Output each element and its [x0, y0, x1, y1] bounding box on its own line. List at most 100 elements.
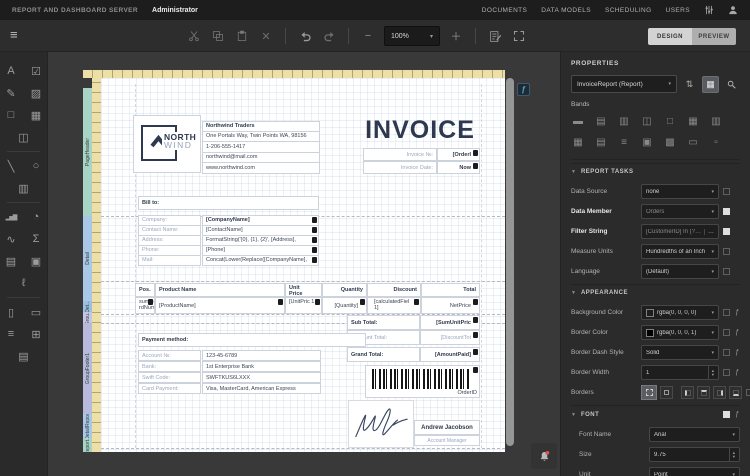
payment-card-label[interactable]: Card Payment:	[138, 383, 201, 394]
expression-icon[interactable]: ƒ	[734, 369, 740, 376]
pivot-grid-tool-icon[interactable]: ⊞	[27, 325, 45, 343]
nav-scheduling[interactable]: SCHEDULING	[605, 7, 652, 14]
object-selector[interactable]: InvoiceReport (Report)▾	[571, 75, 677, 93]
invoice-date-label[interactable]: Invoice Date:	[363, 161, 437, 174]
design-tab[interactable]: DESIGN	[648, 28, 692, 45]
billto-company-field[interactable]: [CompanyName]	[202, 215, 319, 226]
subtotal-label[interactable]: Sub Total:	[347, 315, 420, 330]
band-separator[interactable]	[101, 448, 505, 449]
toc-tool-icon[interactable]: ▤	[15, 347, 33, 365]
band-icon[interactable]: ▤	[594, 135, 608, 149]
band-icon[interactable]: ▦	[686, 114, 700, 128]
border-width-checkbox[interactable]	[723, 369, 730, 376]
character-comb-tool-icon[interactable]: ◫	[15, 128, 33, 146]
band-report[interactable]: Report…	[83, 438, 92, 452]
panel-tool-icon[interactable]: □	[2, 106, 20, 124]
col-header-unitprice[interactable]: Unit Price	[285, 283, 322, 297]
spinner-arrows-icon[interactable]: ▴▾	[729, 448, 735, 461]
page-info-tool-icon[interactable]: ▣	[27, 252, 45, 270]
section-appearance[interactable]: ▼APPEARANCE	[571, 284, 740, 300]
band-icon[interactable]: □	[663, 114, 677, 128]
band-groupheader[interactable]: Grou…	[83, 312, 92, 323]
line-tool-icon[interactable]: ╲	[2, 157, 20, 175]
grand-total-field[interactable]: [AmountPaid]	[420, 347, 480, 362]
signer-role[interactable]: Account Manager	[414, 435, 480, 446]
label-tool-icon[interactable]: A	[2, 62, 20, 80]
grand-total-label[interactable]: Grand Total:	[347, 347, 420, 362]
detail-discount-field[interactable]: [calculatedFiel 1]	[367, 297, 421, 314]
shape-tool-icon[interactable]: ○	[27, 157, 45, 175]
border-dash-style-checkbox[interactable]	[723, 349, 730, 356]
data-member-checkbox[interactable]	[723, 208, 730, 215]
expression-icon[interactable]: ƒ	[734, 349, 740, 356]
band-detail-sub[interactable]: Det…	[83, 301, 92, 312]
vertical-scrollbar[interactable]	[506, 78, 514, 446]
script-expression-button[interactable]: ƒ	[517, 83, 530, 96]
cut-icon[interactable]	[186, 28, 202, 44]
search-icon[interactable]	[723, 76, 740, 93]
language-checkbox[interactable]	[723, 268, 730, 275]
chart-tool-icon[interactable]: ▂▅▇	[2, 208, 20, 226]
company-name[interactable]: Northwind Traders	[202, 121, 320, 132]
background-color-select[interactable]: rgba(0, 0, 0, 0)▾	[641, 305, 719, 320]
billto-contact-label[interactable]: Contact Name:	[138, 225, 201, 236]
zoom-select[interactable]: 100%▾	[384, 26, 440, 46]
company-address[interactable]: One Portals Way, Twin Points WA, 98156	[202, 132, 320, 143]
invoice-title[interactable]: INVOICE	[359, 115, 481, 145]
band-icon[interactable]: ▫	[709, 135, 723, 149]
border-bottom-button[interactable]	[729, 386, 742, 399]
company-website[interactable]: www.northwind.com	[202, 163, 320, 174]
zoom-in-icon[interactable]: ＋	[448, 28, 464, 44]
filter-string-checkbox[interactable]	[723, 228, 730, 235]
section-font[interactable]: ▼FONTƒ	[571, 405, 740, 422]
billto-mail-label[interactable]: Mail:	[138, 255, 201, 266]
signer-name[interactable]: Andrew Jacobson	[414, 420, 480, 435]
border-width-spinner[interactable]: 1▴▾	[641, 365, 719, 380]
border-dash-style-select[interactable]: Solid▾	[641, 345, 719, 360]
preview-tab[interactable]: PREVIEW	[692, 28, 736, 45]
validate-icon[interactable]	[487, 28, 503, 44]
border-box-button[interactable]	[660, 386, 673, 399]
nav-documents[interactable]: DOCUMENTS	[482, 7, 528, 14]
band-separator[interactable]	[101, 281, 505, 282]
barcode-tool-icon[interactable]: ▥	[15, 179, 33, 197]
payment-header[interactable]: Payment method:	[138, 333, 366, 347]
detail-total-field[interactable]: NetPrice	[421, 297, 480, 314]
ellipsis-button[interactable]: …	[704, 229, 714, 235]
payment-swift-value[interactable]: SWFTKUS6LXXX	[202, 372, 321, 383]
detail-product-field[interactable]: [ProductName]	[155, 297, 285, 314]
expression-icon[interactable]: ƒ	[734, 411, 740, 418]
band-icon[interactable]: ▥	[709, 114, 723, 128]
border-left-button[interactable]	[681, 386, 694, 399]
payment-account-label[interactable]: Account №:	[138, 350, 201, 361]
detail-pos-field[interactable]: sumReco rdNumber	[135, 297, 155, 314]
payment-account-value[interactable]: 123-45-6789	[202, 350, 321, 361]
spinner-arrows-icon[interactable]: ▴▾	[708, 366, 714, 379]
band-icon[interactable]: ▭	[686, 135, 700, 149]
band-icon[interactable]: ▥	[617, 114, 631, 128]
cross-band-box-tool-icon[interactable]: ▭	[27, 303, 45, 321]
billto-mail-field[interactable]: Concat(Lower(Replace([CompanyName],	[202, 255, 319, 266]
band-icon[interactable]: ▦	[571, 135, 585, 149]
band-icon[interactable]: ▬	[571, 114, 585, 128]
measure-units-checkbox[interactable]	[723, 248, 730, 255]
delete-icon[interactable]: ✕	[258, 28, 274, 44]
zoom-out-icon[interactable]: −	[360, 28, 376, 44]
billto-contact-field[interactable]: [ContactName]	[202, 225, 319, 236]
background-color-checkbox[interactable]	[723, 309, 730, 316]
billto-company-label[interactable]: Company:	[138, 215, 201, 226]
borders-checkbox[interactable]	[746, 389, 750, 396]
copy-icon[interactable]	[210, 28, 226, 44]
billto-address-label[interactable]: Address:	[138, 235, 201, 246]
picture-tool-icon[interactable]: ▨	[27, 84, 45, 102]
filter-string-input[interactable]: [CustomerID] In (?para……	[641, 224, 719, 239]
signature-tool-icon[interactable]: ℓ	[15, 274, 33, 292]
billto-phone-label[interactable]: Phone:	[138, 245, 201, 256]
undo-icon[interactable]	[297, 28, 313, 44]
payment-swift-label[interactable]: Swift Code:	[138, 372, 201, 383]
section-report-tasks[interactable]: ▼REPORT TASKS	[571, 163, 740, 179]
band-groupfooter1[interactable]: GroupFooter1	[83, 323, 92, 414]
band-pageheader[interactable]: PageHeader	[83, 88, 92, 216]
richtext-tool-icon[interactable]: ✎	[2, 84, 20, 102]
invoice-date-field[interactable]: Now	[437, 161, 480, 174]
